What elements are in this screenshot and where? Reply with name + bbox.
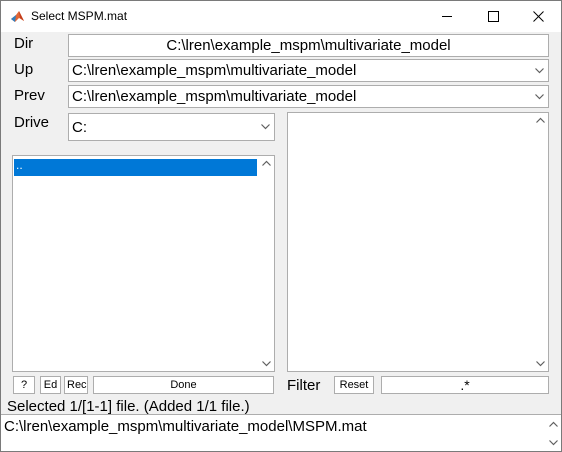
directory-list[interactable]: .. [12, 155, 275, 372]
close-button[interactable] [515, 1, 561, 32]
scroll-down-button[interactable] [545, 434, 561, 451]
chevron-down-icon [261, 361, 271, 367]
close-icon [532, 11, 544, 22]
chevron-up-icon [548, 421, 558, 427]
spm-select-window: Select MSPM.mat Dir C:\lren\example_mspm… [0, 0, 562, 452]
directory-list-scrollbar[interactable] [258, 156, 274, 371]
scroll-up-button[interactable] [258, 156, 274, 170]
file-list[interactable] [287, 112, 549, 372]
up-dropdown[interactable]: C:\lren\example_mspm\multivariate_model [68, 59, 549, 82]
window-title: Select MSPM.mat [31, 9, 128, 23]
dir-field[interactable]: C:\lren\example_mspm\multivariate_model [68, 34, 549, 57]
chevron-down-icon [535, 93, 544, 99]
drive-dropdown[interactable]: C: [68, 113, 275, 141]
help-button[interactable]: ? [13, 376, 35, 394]
maximize-button[interactable] [470, 1, 516, 32]
scroll-up-button[interactable] [532, 113, 548, 127]
filter-input[interactable]: .* [381, 376, 549, 394]
minimize-icon [441, 16, 452, 17]
prev-label: Prev [14, 87, 45, 104]
filter-value: .* [460, 377, 470, 393]
prev-value: C:\lren\example_mspm\multivariate_model [72, 88, 357, 105]
matlab-logo-icon [11, 11, 24, 22]
scroll-down-button[interactable] [532, 357, 548, 371]
selected-files-scrollbar[interactable] [545, 415, 561, 451]
filter-label: Filter [287, 377, 321, 394]
chevron-up-icon [535, 117, 545, 123]
minimize-button[interactable] [424, 1, 470, 32]
scroll-down-button[interactable] [258, 357, 274, 371]
dir-label: Dir [14, 35, 34, 52]
reset-button[interactable]: Reset [334, 376, 374, 394]
prev-dropdown[interactable]: C:\lren\example_mspm\multivariate_model [68, 85, 549, 108]
maximize-icon [487, 11, 499, 22]
rec-button[interactable]: Rec [64, 376, 88, 394]
chevron-down-icon [535, 67, 544, 73]
list-item[interactable]: .. [14, 159, 257, 176]
scroll-up-button[interactable] [545, 415, 561, 432]
chevron-down-icon [548, 439, 558, 445]
done-button[interactable]: Done [93, 376, 274, 394]
drive-dropdown-arrow[interactable] [257, 114, 274, 140]
up-value: C:\lren\example_mspm\multivariate_model [72, 62, 357, 79]
drive-value: C: [72, 119, 87, 136]
status-text: Selected 1/[1-1] file. (Added 1/1 file.) [7, 398, 250, 415]
chevron-up-icon [261, 160, 271, 166]
file-list-scrollbar[interactable] [532, 113, 548, 371]
selected-files-box[interactable]: C:\lren\example_mspm\multivariate_model\… [1, 414, 561, 451]
drive-label: Drive [14, 114, 50, 131]
dir-value: C:\lren\example_mspm\multivariate_model [166, 37, 451, 54]
selected-file-path: C:\lren\example_mspm\multivariate_model\… [4, 418, 367, 435]
title-bar: Select MSPM.mat [1, 1, 561, 32]
chevron-down-icon [535, 361, 545, 367]
list-item-label: .. [16, 158, 23, 172]
edit-button[interactable]: Ed [40, 376, 61, 394]
up-dropdown-arrow[interactable] [531, 60, 548, 81]
chevron-down-icon [261, 124, 270, 130]
prev-dropdown-arrow[interactable] [531, 86, 548, 107]
up-label: Up [14, 61, 34, 78]
